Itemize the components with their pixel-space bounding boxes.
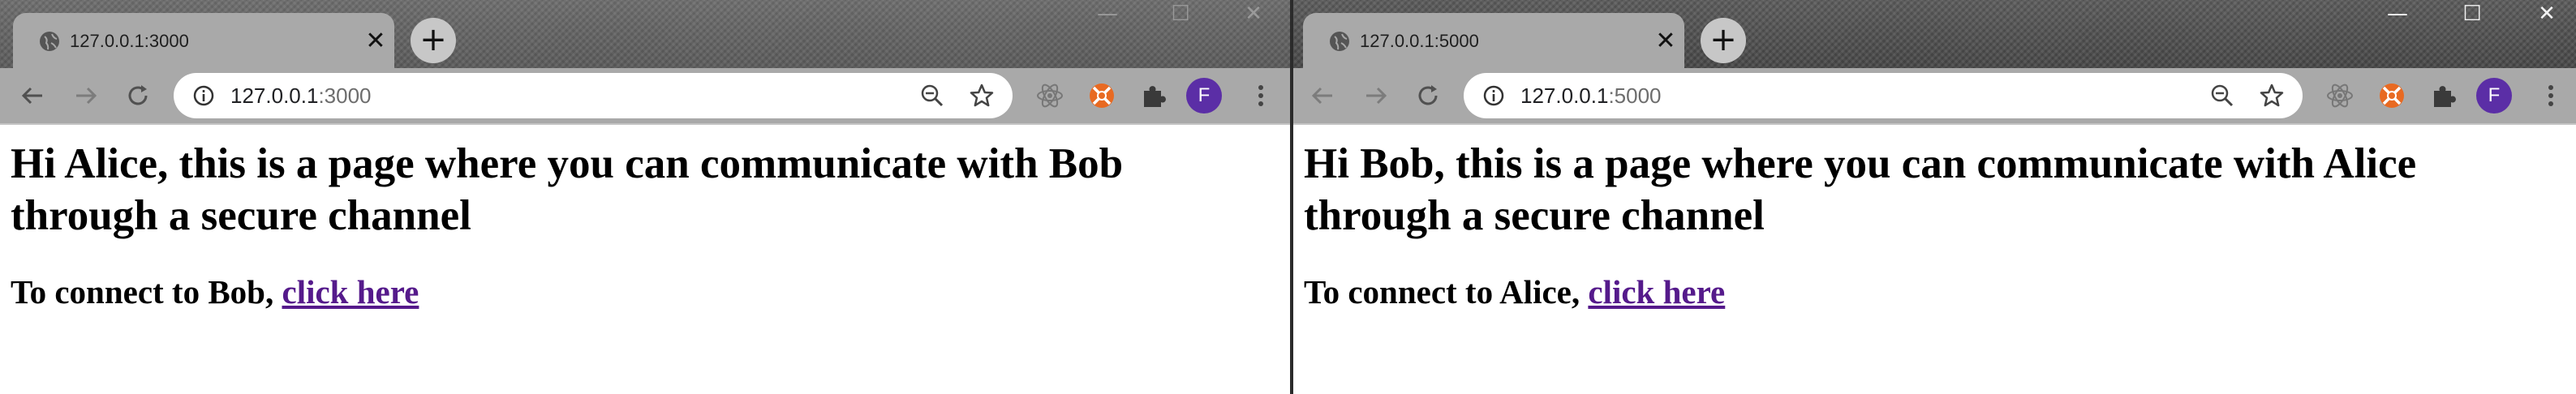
maximize-button[interactable]: ☐ <box>2460 2 2484 26</box>
page-content: Hi Alice, this is a page where you can c… <box>0 125 1290 394</box>
new-tab-button[interactable]: + <box>411 18 456 63</box>
info-icon[interactable] <box>191 84 216 108</box>
url-text: 127.0.0.1:5000 <box>1520 84 1662 108</box>
extension-orange-icon[interactable] <box>1084 78 1120 113</box>
address-bar[interactable]: 127.0.0.1:5000 <box>1464 73 2303 118</box>
url-text: 127.0.0.1:3000 <box>230 84 372 108</box>
react-devtools-icon[interactable] <box>2322 78 2358 113</box>
url-port: :3000 <box>318 84 372 108</box>
page-heading: Hi Alice, this is a page where you can c… <box>11 140 1124 239</box>
browser-window-bob: 127.0.0.1:5000 ✕ + — ☐ ✕ 127.0.0.1:5000 <box>1293 0 2576 394</box>
extension-orange-icon[interactable] <box>2374 78 2410 113</box>
tab-title: 127.0.0.1:3000 <box>70 31 189 51</box>
avatar[interactable]: F <box>2476 78 2512 113</box>
forward-icon[interactable] <box>1360 79 1392 112</box>
menu-icon[interactable] <box>1253 79 1269 112</box>
connect-line: To connect to Bob, click here <box>11 272 419 311</box>
browser-window-alice: 127.0.0.1:3000 ✕ + — ☐ ✕ 127.0.0.1:3000 <box>0 0 1293 394</box>
forward-icon[interactable] <box>70 79 102 112</box>
connect-text: To connect to Bob, <box>11 273 282 310</box>
window-close-button[interactable]: ✕ <box>1241 2 1266 26</box>
info-icon[interactable] <box>1482 84 1506 108</box>
page-content: Hi Bob, this is a page where you can com… <box>1293 125 2576 394</box>
tab-strip: 127.0.0.1:5000 ✕ + — ☐ ✕ <box>1293 0 2576 68</box>
tab-close-button[interactable]: ✕ <box>363 29 388 54</box>
maximize-button[interactable]: ☐ <box>1168 2 1193 26</box>
tab-close-button[interactable]: ✕ <box>1654 29 1678 54</box>
minimize-button[interactable]: — <box>1095 2 1120 26</box>
new-tab-button[interactable]: + <box>1701 18 1746 63</box>
browser-tab[interactable]: 127.0.0.1:3000 ✕ <box>13 13 394 68</box>
reload-icon[interactable] <box>122 79 154 112</box>
desktop-screen: 127.0.0.1:3000 ✕ + — ☐ ✕ 127.0.0.1:3000 <box>0 0 2576 394</box>
globe-icon <box>37 29 62 54</box>
globe-icon <box>1327 29 1352 54</box>
window-close-button[interactable]: ✕ <box>2535 2 2559 26</box>
url-host: 127.0.0.1 <box>1520 84 1609 108</box>
connect-link[interactable]: click here <box>282 273 419 310</box>
menu-icon[interactable] <box>2543 79 2559 112</box>
url-host: 127.0.0.1 <box>230 84 319 108</box>
react-devtools-icon[interactable] <box>1032 78 1068 113</box>
browser-tab[interactable]: 127.0.0.1:5000 ✕ <box>1303 13 1684 68</box>
connect-line: To connect to Alice, click here <box>1304 272 1725 311</box>
minimize-button[interactable]: — <box>2385 2 2410 26</box>
page-heading: Hi Bob, this is a page where you can com… <box>1304 140 2417 239</box>
puzzle-icon[interactable] <box>1136 78 1172 113</box>
back-icon[interactable] <box>16 79 49 112</box>
url-port: :5000 <box>1608 84 1662 108</box>
reload-icon[interactable] <box>1412 79 1444 112</box>
avatar[interactable]: F <box>1186 78 1222 113</box>
zoom-out-icon[interactable] <box>2210 84 2234 108</box>
tab-strip: 127.0.0.1:3000 ✕ + — ☐ ✕ <box>0 0 1290 68</box>
star-icon[interactable] <box>969 83 995 109</box>
connect-link[interactable]: click here <box>1588 273 1725 310</box>
star-icon[interactable] <box>2259 83 2285 109</box>
zoom-out-icon[interactable] <box>920 84 944 108</box>
puzzle-icon[interactable] <box>2426 78 2462 113</box>
tab-title: 127.0.0.1:5000 <box>1360 31 1479 51</box>
address-bar[interactable]: 127.0.0.1:3000 <box>174 73 1013 118</box>
back-icon[interactable] <box>1306 79 1339 112</box>
connect-text: To connect to Alice, <box>1304 273 1589 310</box>
